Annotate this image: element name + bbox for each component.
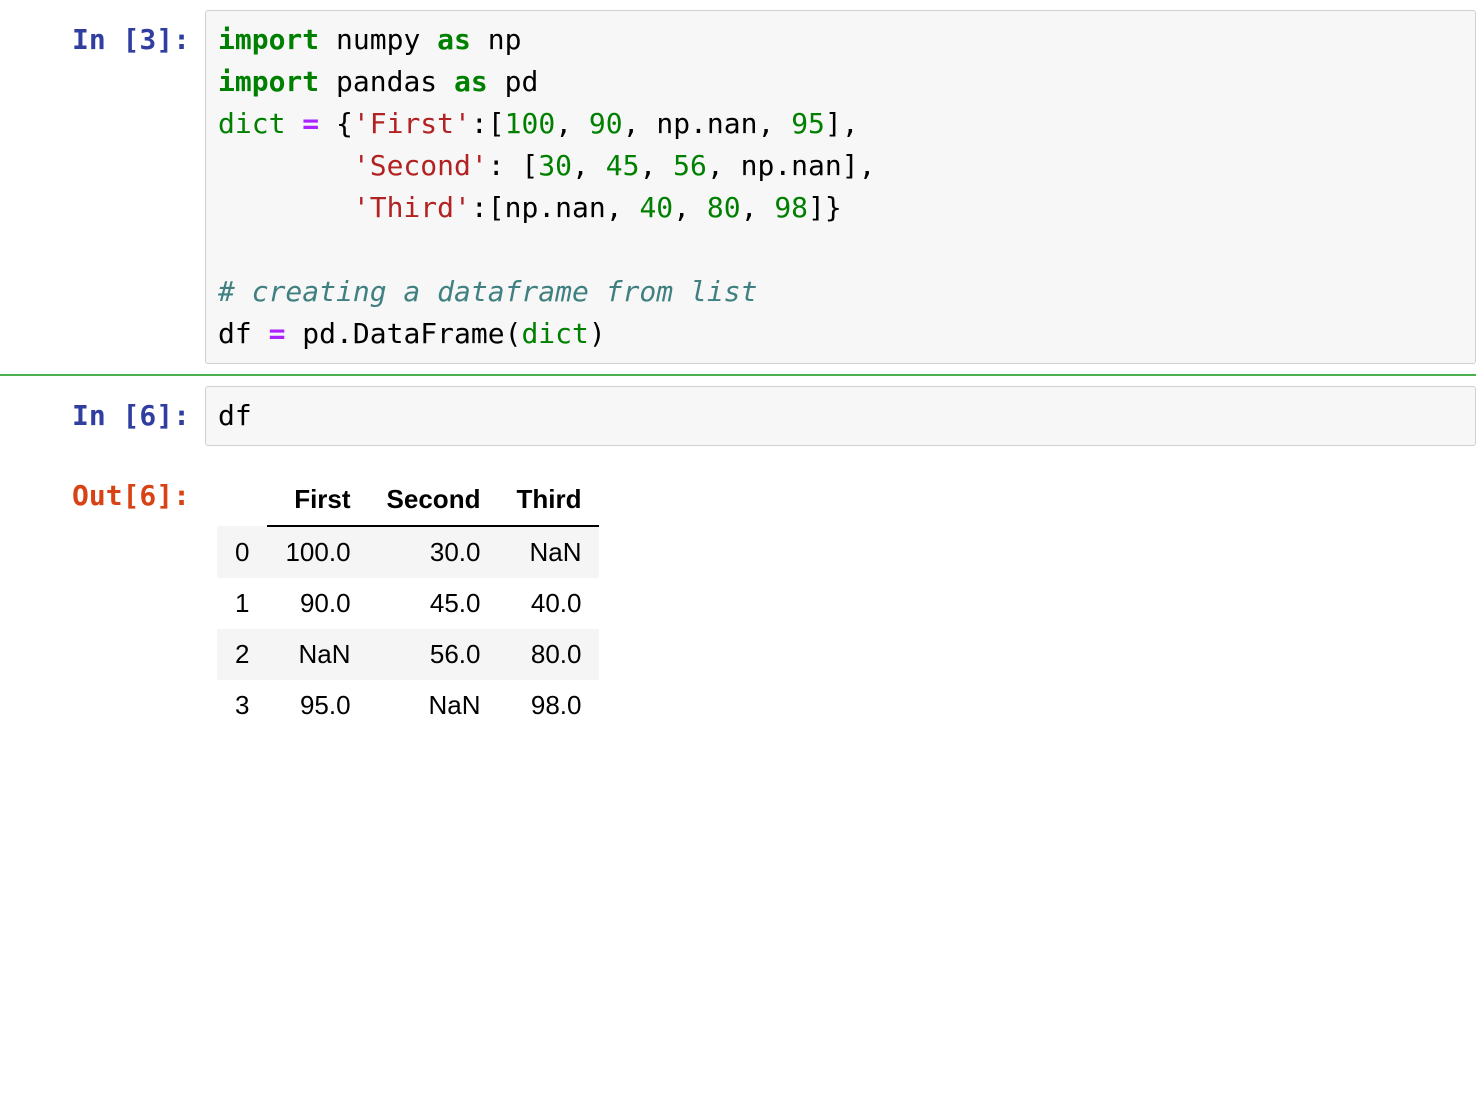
table-cell: NaN: [267, 629, 368, 680]
code-token: ,: [639, 149, 673, 182]
row-index: 2: [217, 629, 267, 680]
dataframe-table: FirstSecondThird 0100.030.0NaN190.045.04…: [217, 474, 599, 731]
code-cell: In [3]: import numpy as np import pandas…: [0, 0, 1476, 374]
code-token: , np.nan],: [707, 149, 892, 182]
column-header: First: [267, 474, 368, 526]
code-token: [218, 149, 353, 182]
code-token: ,: [741, 191, 775, 224]
code-token: 100: [505, 107, 556, 140]
column-header: Second: [369, 474, 499, 526]
code-token: : [: [488, 149, 539, 182]
table-cell: 45.0: [369, 578, 499, 629]
code-input[interactable]: import numpy as np import pandas as pd d…: [205, 10, 1476, 364]
code-token: ],: [825, 107, 876, 140]
column-header: Third: [498, 474, 599, 526]
table-cell: 100.0: [267, 526, 368, 578]
in-prompt: In [6]:: [0, 386, 205, 446]
output-cell: Out[6]: FirstSecondThird 0100.030.0NaN19…: [0, 456, 1476, 749]
code-token: df: [218, 317, 269, 350]
table-cell: 90.0: [267, 578, 368, 629]
row-index: 3: [217, 680, 267, 731]
code-token: , np.nan,: [623, 107, 792, 140]
code-input[interactable]: df: [205, 386, 1476, 446]
code-token: # creating a dataframe from list: [218, 275, 757, 308]
out-prompt: Out[6]:: [0, 466, 205, 739]
table-row: 0100.030.0NaN: [217, 526, 599, 578]
table-cell: 56.0: [369, 629, 499, 680]
code-token: pd: [488, 65, 539, 98]
output-area: FirstSecondThird 0100.030.0NaN190.045.04…: [205, 466, 1476, 739]
code-token: import: [218, 65, 319, 98]
code-token: as: [437, 23, 471, 56]
code-token: [218, 191, 353, 224]
code-token: 45: [606, 149, 640, 182]
table-cell: 40.0: [498, 578, 599, 629]
code-token: =: [302, 107, 319, 140]
code-token: 'Second': [353, 149, 488, 182]
code-token: ,: [555, 107, 589, 140]
code-token: pandas: [319, 65, 454, 98]
code-cell: In [6]: df: [0, 376, 1476, 456]
row-index: 1: [217, 578, 267, 629]
in-prompt: In [3]:: [0, 10, 205, 364]
code-token: 56: [673, 149, 707, 182]
table-row: 395.0NaN98.0: [217, 680, 599, 731]
code-token: {: [319, 107, 353, 140]
table-header-row: FirstSecondThird: [217, 474, 599, 526]
code-token: np: [471, 23, 522, 56]
table-cell: NaN: [369, 680, 499, 731]
code-token: :[: [471, 107, 505, 140]
table-cell: 98.0: [498, 680, 599, 731]
code-token: ,: [673, 191, 707, 224]
code-token: numpy: [319, 23, 437, 56]
code-token: 98: [774, 191, 808, 224]
code-token: ): [589, 317, 606, 350]
table-cell: 95.0: [267, 680, 368, 731]
code-token: 80: [707, 191, 741, 224]
code-token: df: [218, 399, 252, 432]
row-index: 0: [217, 526, 267, 578]
code-token: as: [454, 65, 488, 98]
code-token: 95: [791, 107, 825, 140]
code-token: ]}: [808, 191, 859, 224]
code-token: 90: [589, 107, 623, 140]
code-token: 30: [538, 149, 572, 182]
code-token: :[np.nan,: [471, 191, 640, 224]
code-token: ,: [572, 149, 606, 182]
code-token: [218, 233, 252, 266]
code-token: pd.DataFrame(: [285, 317, 521, 350]
table-cell: 80.0: [498, 629, 599, 680]
code-token: dict: [218, 107, 285, 140]
code-token: [285, 107, 302, 140]
table-row: 2NaN56.080.0: [217, 629, 599, 680]
code-token: dict: [521, 317, 588, 350]
code-token: [757, 275, 774, 308]
code-token: =: [269, 317, 286, 350]
table-corner: [217, 474, 267, 526]
table-cell: 30.0: [369, 526, 499, 578]
table-cell: NaN: [498, 526, 599, 578]
code-token: 40: [639, 191, 673, 224]
code-token: import: [218, 23, 319, 56]
code-token: 'First': [353, 107, 471, 140]
code-token: 'Third': [353, 191, 471, 224]
table-row: 190.045.040.0: [217, 578, 599, 629]
